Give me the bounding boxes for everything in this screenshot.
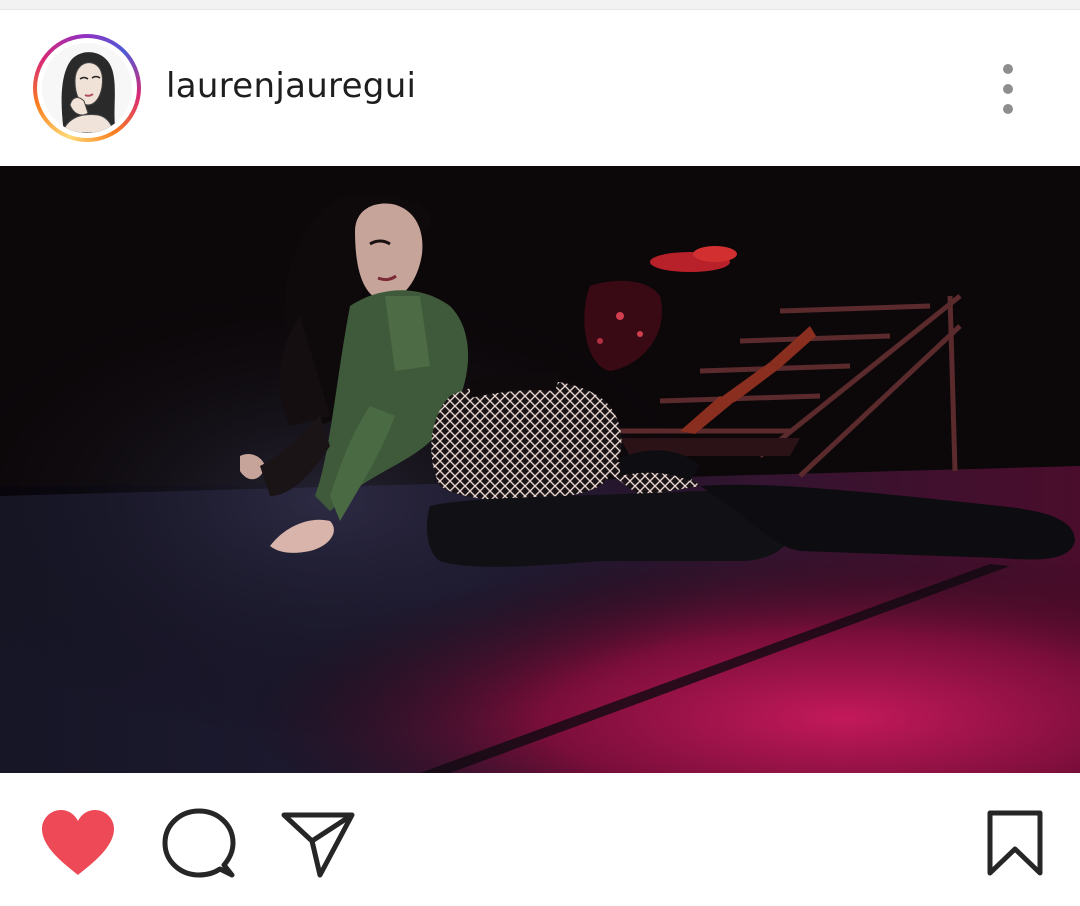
- avatar[interactable]: [42, 43, 132, 133]
- post-actions: [0, 773, 1080, 906]
- bookmark-icon[interactable]: [986, 809, 1044, 877]
- avatar-illustration: [42, 43, 132, 133]
- more-options-icon[interactable]: [990, 62, 1026, 118]
- story-ring[interactable]: [33, 34, 141, 142]
- status-divider: [0, 0, 1080, 10]
- heart-icon[interactable]: [40, 809, 116, 877]
- post-header: laurenjauregui: [0, 10, 1080, 165]
- comment-icon[interactable]: [162, 807, 236, 881]
- username[interactable]: laurenjauregui: [166, 66, 416, 106]
- send-icon[interactable]: [280, 809, 356, 879]
- post-photo[interactable]: [0, 166, 1080, 773]
- concert-photo: [0, 166, 1080, 773]
